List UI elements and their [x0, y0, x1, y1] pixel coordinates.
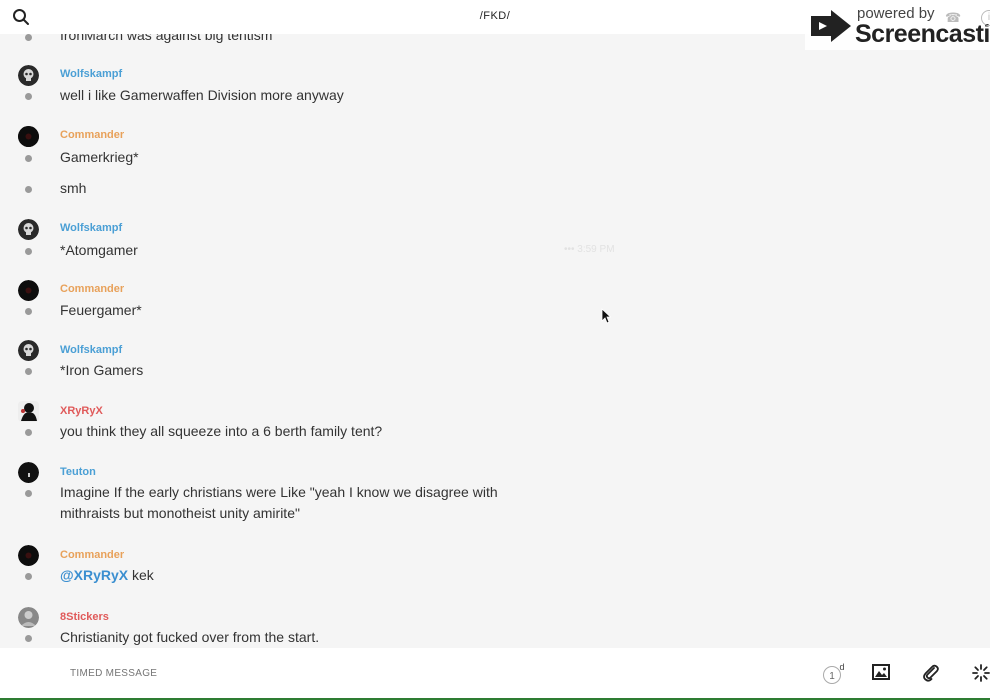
- message-dot: [25, 93, 32, 100]
- avatar[interactable]: [18, 462, 39, 483]
- message-text: @XRyRyX kek: [60, 565, 540, 586]
- message-author[interactable]: XRyRyX: [60, 405, 103, 417]
- message-author[interactable]: Wolfskampf: [60, 222, 122, 234]
- timer-unit: d: [839, 663, 844, 672]
- avatar[interactable]: [18, 607, 39, 628]
- message-author[interactable]: Wolfskampf: [60, 344, 122, 356]
- dark-avatar-icon: [18, 545, 39, 566]
- loader-icon: [972, 664, 990, 682]
- message-dot: [25, 429, 32, 436]
- dark-avatar-icon: [18, 462, 39, 483]
- message-hover-time[interactable]: ••• 3:59 PM: [564, 244, 615, 255]
- avatar[interactable]: [18, 219, 39, 240]
- message-dot: [25, 34, 32, 41]
- message-dot: [25, 490, 32, 497]
- skull-avatar-icon: [18, 340, 39, 361]
- dark-avatar-icon: [18, 280, 39, 301]
- timer-icon: 1 d: [823, 662, 845, 684]
- composer-bar: 1 d: [0, 648, 990, 700]
- message-author[interactable]: Wolfskampf: [60, 68, 122, 80]
- message-text: IronMarch was against big tentism: [60, 34, 273, 43]
- message-author[interactable]: 8Stickers: [60, 611, 109, 623]
- loader-button[interactable]: [972, 664, 990, 687]
- user-mention[interactable]: @XRyRyX: [60, 567, 128, 583]
- skull-avatar-icon: [18, 65, 39, 86]
- avatar[interactable]: [18, 65, 39, 86]
- message-text: Imagine If the early christians were Lik…: [60, 484, 498, 521]
- timed-message-input[interactable]: [68, 667, 372, 680]
- message-text-rest: kek: [128, 567, 154, 583]
- avatar[interactable]: [18, 280, 39, 301]
- timer-button[interactable]: 1 d: [822, 662, 845, 685]
- message-text: *Atomgamer: [60, 242, 138, 258]
- image-icon: [872, 664, 890, 680]
- message-text: Feuergamer*: [60, 302, 142, 318]
- message-list: IronMarch was against big tentism Wolfsk…: [0, 34, 990, 648]
- message-text: Christianity got fucked over from the st…: [60, 629, 320, 645]
- message-dot: [25, 573, 32, 580]
- paperclip-icon: [923, 664, 939, 682]
- message-text: well i like Gamerwaffen Division more an…: [60, 87, 344, 103]
- dark-avatar-icon: [18, 126, 39, 147]
- skull-avatar-icon: [18, 219, 39, 240]
- message-author[interactable]: Commander: [60, 129, 124, 141]
- avatar[interactable]: [18, 126, 39, 147]
- message-text: smh: [60, 180, 87, 196]
- message-text: you think they all squeeze into a 6 bert…: [60, 423, 383, 439]
- photo-avatar-icon: [18, 607, 39, 628]
- figure-avatar-icon: [18, 401, 39, 422]
- info-icon[interactable]: i: [981, 10, 990, 26]
- image-upload-button[interactable]: [872, 664, 890, 685]
- message-text: Gamerkrieg*: [60, 149, 139, 165]
- message-dot: [25, 635, 32, 642]
- mouse-cursor-icon: [601, 308, 611, 324]
- phone-icon[interactable]: ☎: [945, 10, 961, 26]
- message-dot: [25, 155, 32, 162]
- message-text: *Iron Gamers: [60, 362, 144, 378]
- timer-value: 1: [829, 671, 835, 682]
- avatar[interactable]: [18, 401, 39, 422]
- message-author[interactable]: Commander: [60, 549, 124, 561]
- message-dot: [25, 186, 32, 193]
- message-dot: [25, 248, 32, 255]
- message-dot: [25, 308, 32, 315]
- message-author[interactable]: Teuton: [60, 466, 96, 478]
- message-author[interactable]: Commander: [60, 283, 124, 295]
- attach-file-button[interactable]: [922, 664, 940, 687]
- avatar[interactable]: [18, 545, 39, 566]
- avatar[interactable]: [18, 340, 39, 361]
- message-dot: [25, 368, 32, 375]
